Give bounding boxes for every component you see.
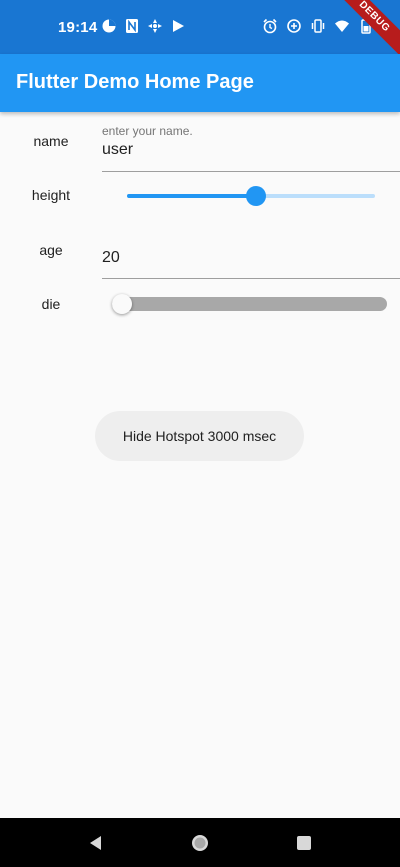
status-right-icons [262,18,374,34]
die-switch[interactable] [112,294,387,314]
alarm-icon [263,18,277,34]
name-field[interactable]: enter your name. user [102,121,400,172]
die-label: die [41,296,61,312]
settings-fan-icon [148,19,162,33]
home-icon[interactable] [190,833,210,853]
wifi-icon [335,20,349,32]
height-slider[interactable] [127,185,375,207]
name-field-value[interactable]: user [102,141,133,159]
vibrate-icon [311,19,325,33]
n-notification-icon [126,19,138,33]
die-switch-track[interactable] [112,297,387,311]
die-switch-thumb[interactable] [112,294,132,314]
data-saver-circle-icon [287,19,301,33]
status-left-icons [101,18,186,34]
hide-hotspot-button[interactable]: Hide Hotspot 3000 msec [95,411,304,461]
height-slider-active-track[interactable] [127,194,256,198]
status-bar: 19:14 [0,0,400,54]
app-bar: Flutter Demo Home Page [0,54,400,112]
system-nav-bar [0,818,400,867]
height-slider-thumb[interactable] [245,186,266,206]
height-label: height [31,187,71,203]
recents-icon[interactable] [294,833,314,853]
back-icon[interactable] [86,833,106,853]
play-store-icon [173,20,184,32]
data-saver-icon [102,19,116,33]
page-title: Flutter Demo Home Page [16,71,254,93]
age-field[interactable]: 20 [102,240,400,279]
age-field-value[interactable]: 20 [102,249,120,267]
name-label: name [33,133,69,149]
age-label: age [39,242,63,258]
status-time: 19:14 [58,19,98,36]
name-field-hint: enter your name. [102,124,193,138]
